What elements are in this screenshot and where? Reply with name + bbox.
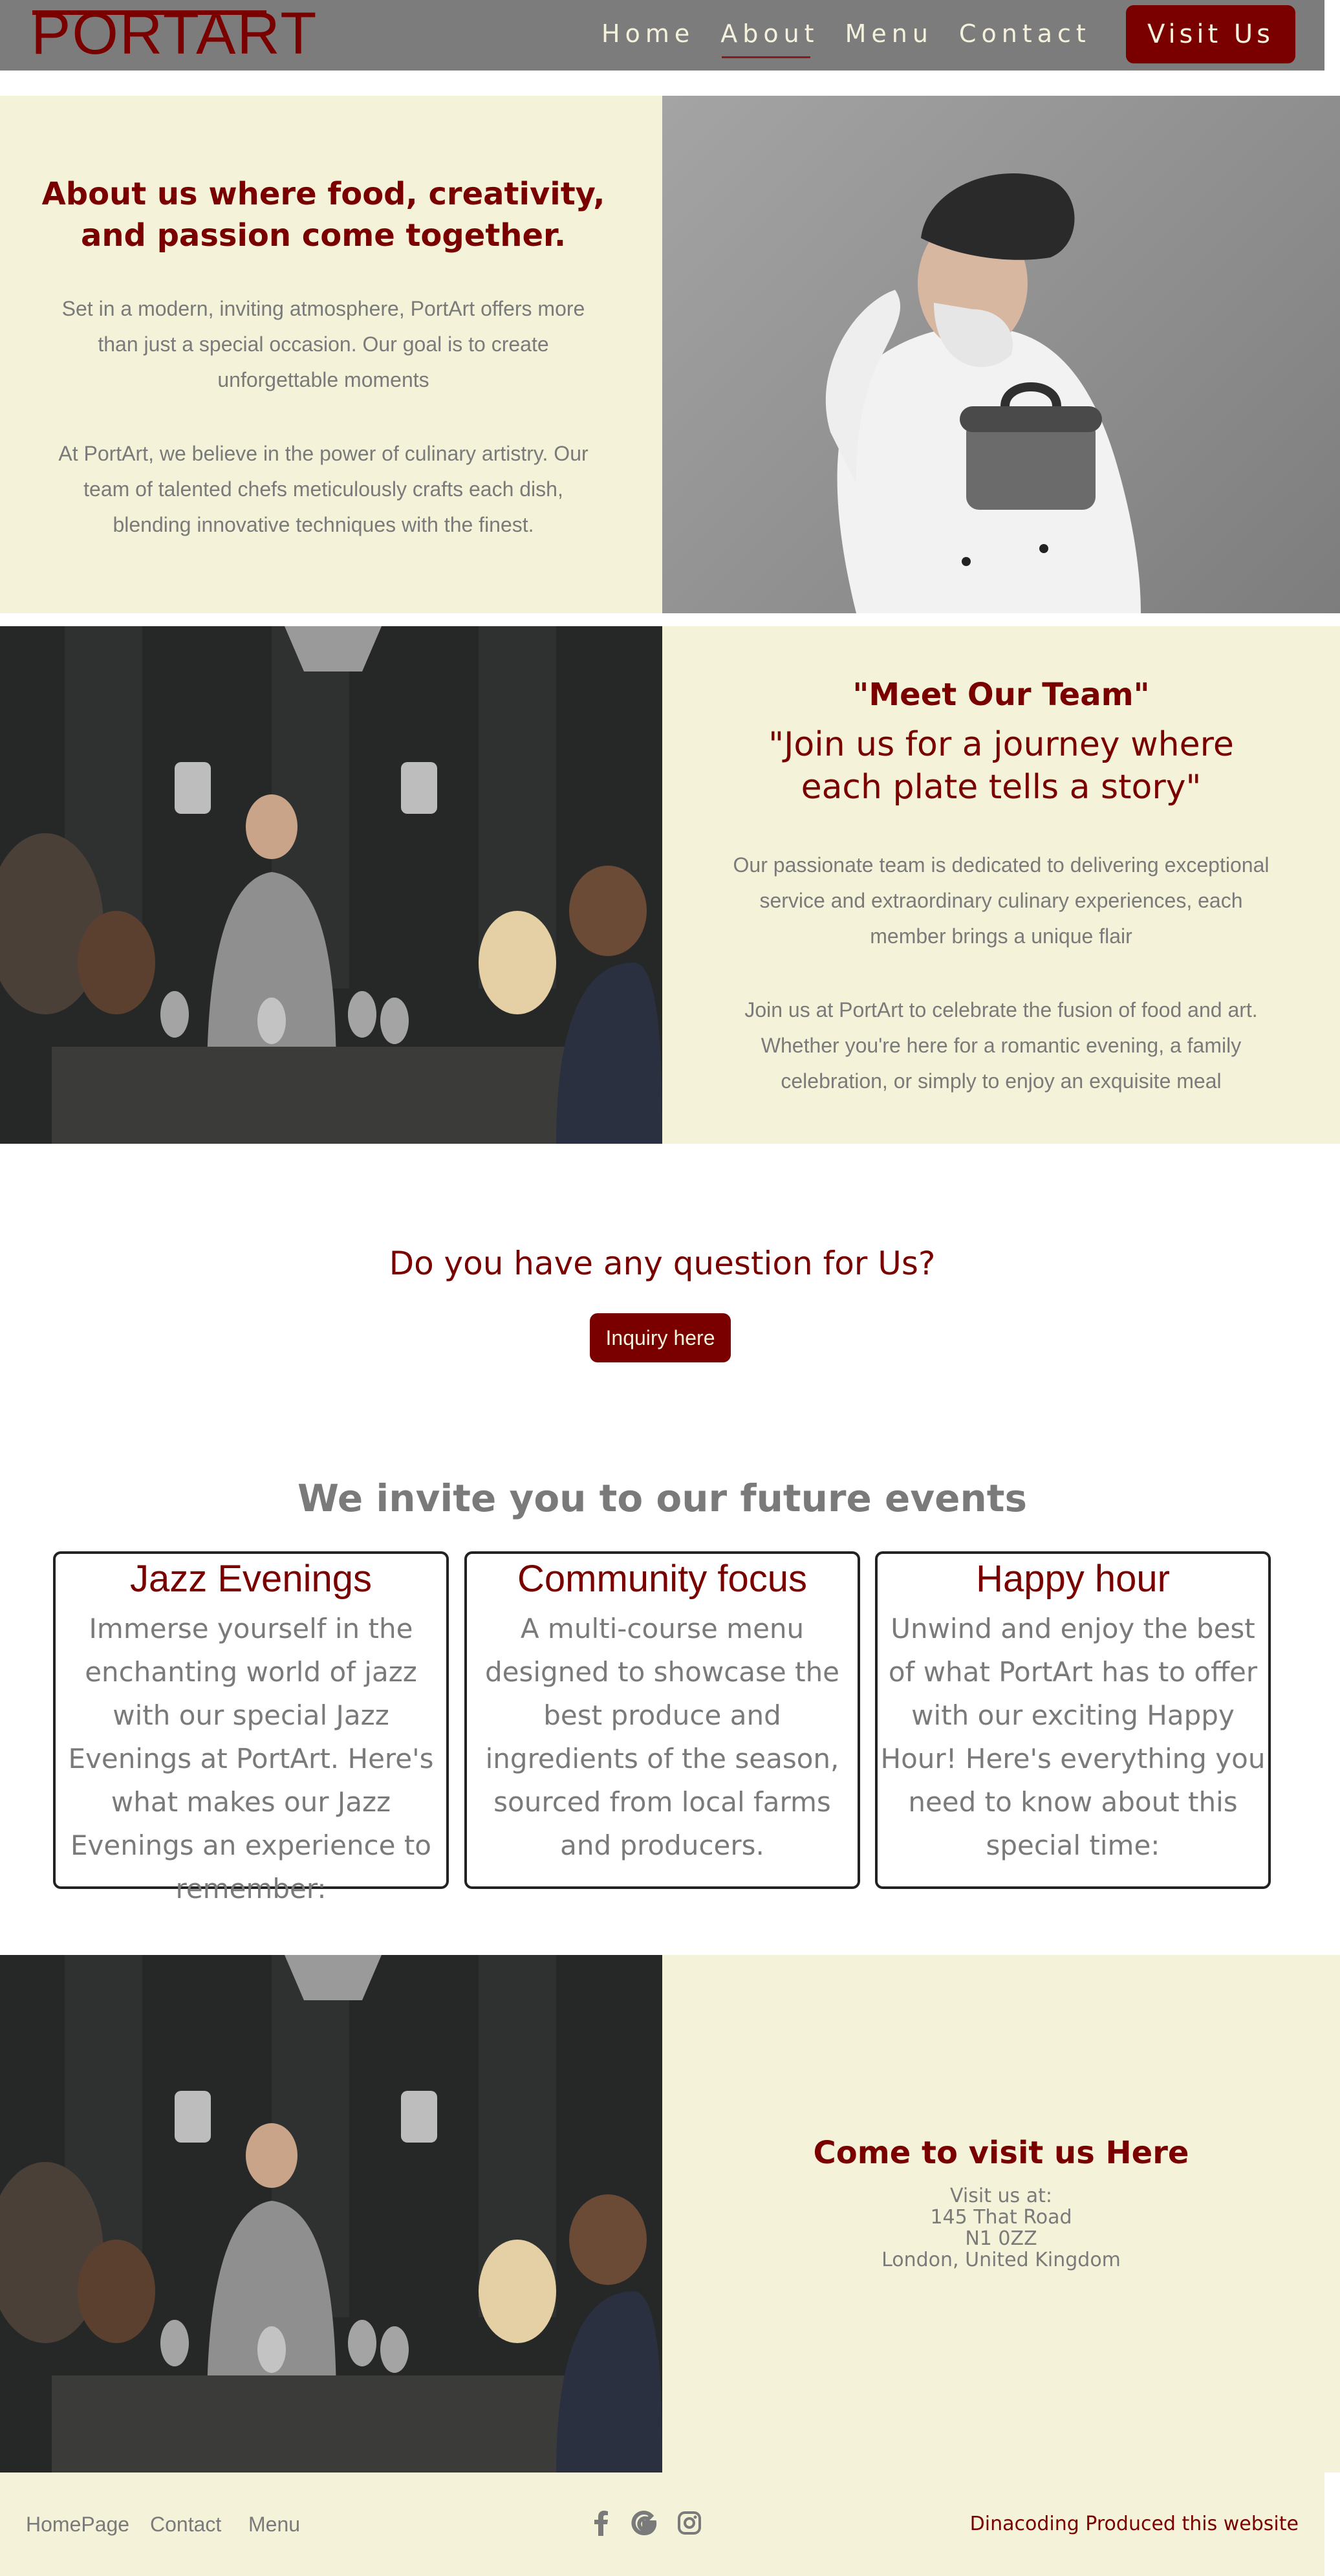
event-description: Immerse yourself in the enchanting world…: [68, 1613, 434, 1905]
inquiry-button[interactable]: Inquiry here: [590, 1313, 731, 1362]
footer-credit: Dinacoding Produced this website: [969, 2513, 1299, 2535]
event-card-happy-hour[interactable]: Happy hour Unwind and enjoy the best of …: [875, 1551, 1271, 1889]
visit-line: N1 0ZZ: [965, 2227, 1037, 2250]
nav-home-link[interactable]: Home: [601, 19, 695, 48]
team-paragraph-2: Join us at PortArt to celebrate the fusi…: [744, 998, 1258, 1093]
event-card-community[interactable]: Community focus A multi-course menu desi…: [464, 1551, 860, 1889]
visit-address: Visit us at: 145 That Road N1 0ZZ London…: [662, 2185, 1340, 2271]
chef-illustration: [825, 173, 1141, 613]
events-title: We invite you to our future events: [297, 1476, 1028, 1520]
about-paragraph-2: At PortArt, we believe in the power of c…: [58, 442, 589, 536]
dinner-photo-top: [0, 626, 662, 1144]
visit-line: 145 That Road: [930, 2206, 1072, 2229]
dinner-illustration: [0, 626, 662, 1144]
chef-photo: [662, 96, 1340, 613]
nav-contact-link[interactable]: Contact: [959, 19, 1091, 48]
event-card-jazz[interactable]: Jazz Evenings Immerse yourself in the en…: [53, 1551, 449, 1905]
team-subtitle: "Join us for a journey where each plate …: [768, 725, 1234, 807]
nav-menu-link[interactable]: Menu: [845, 19, 933, 48]
nav-links: Home About Menu Contact: [601, 0, 1117, 67]
event-description: Unwind and enjoy the best of what PortAr…: [880, 1613, 1266, 1861]
event-title: Jazz Evenings: [130, 1558, 372, 1600]
nav-about-link[interactable]: About: [720, 19, 819, 58]
footer-homepage-link[interactable]: HomePage: [26, 2513, 129, 2537]
top-navbar: PORTART Home About Menu Contact Visit Us: [0, 0, 1324, 71]
instagram-icon[interactable]: [676, 2510, 702, 2538]
footer: HomePage Contact Menu Dinacoding Produce…: [0, 2472, 1324, 2576]
footer-menu-link[interactable]: Menu: [248, 2513, 300, 2537]
about-text-panel: About us where food, creativity, and pas…: [0, 96, 662, 613]
team-title: "Meet Our Team": [852, 677, 1150, 713]
about-paragraph-1: Set in a modern, inviting atmosphere, Po…: [61, 297, 585, 391]
event-title: Community focus: [517, 1558, 808, 1600]
team-text-panel: "Meet Our Team" "Join us for a journey w…: [662, 626, 1340, 1144]
about-title: About us where food, creativity, and pas…: [41, 176, 605, 254]
event-description: A multi-course menu designed to showcase…: [484, 1613, 840, 1861]
facebook-icon[interactable]: [592, 2510, 610, 2538]
visit-title: Come to visit us Here: [813, 2135, 1189, 2171]
visit-line: Visit us at:: [950, 2185, 1052, 2207]
visit-text-panel: Come to visit us Here Visit us at: 145 T…: [662, 1955, 1340, 2472]
dinner-illustration: [0, 1955, 662, 2472]
footer-contact-link[interactable]: Contact: [150, 2513, 221, 2537]
google-icon[interactable]: [631, 2510, 657, 2538]
event-title: Happy hour: [976, 1558, 1170, 1600]
visit-line: London, United Kingdom: [881, 2249, 1121, 2271]
dinner-photo-bottom: [0, 1955, 662, 2472]
logo-overline: [32, 10, 266, 15]
team-paragraph-1: Our passionate team is dedicated to deli…: [733, 853, 1270, 948]
visit-us-button[interactable]: Visit Us: [1126, 5, 1295, 63]
inquiry-question: Do you have any question for Us?: [389, 1245, 936, 1282]
